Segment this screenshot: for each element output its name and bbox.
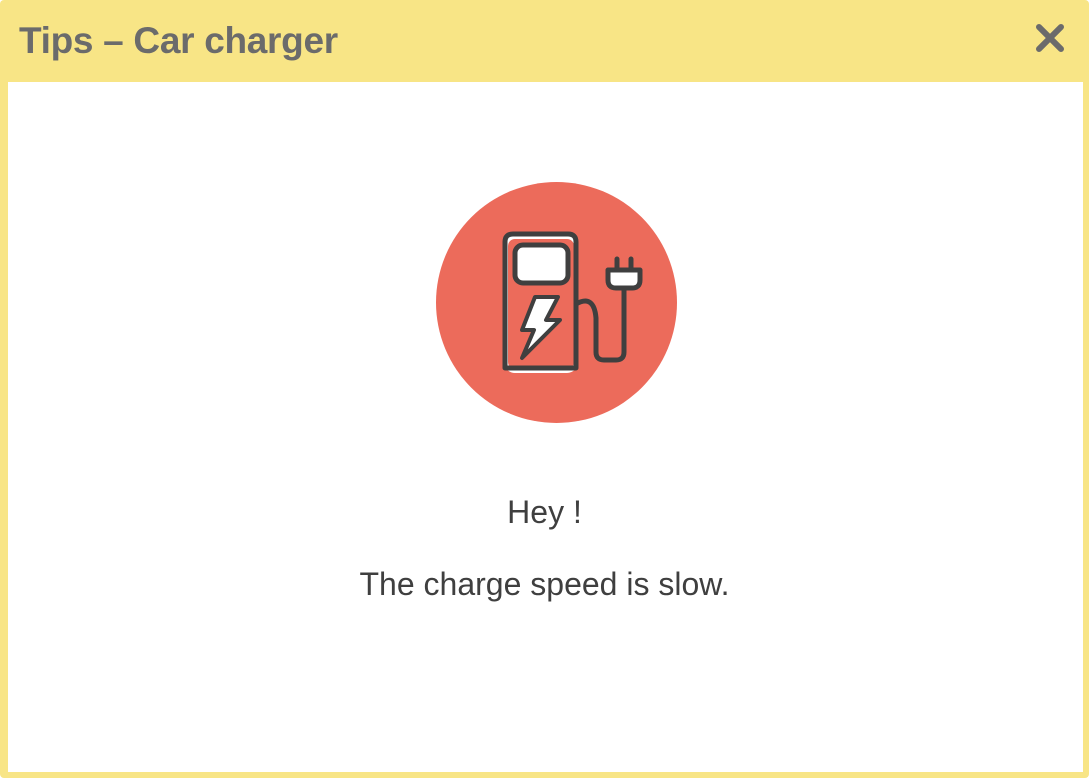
dialog-body: Hey ! The charge speed is slow.: [8, 82, 1083, 772]
dialog-title: Tips – Car charger: [19, 20, 338, 61]
ev-charging-station-icon: [436, 182, 677, 423]
tips-dialog: Tips – Car charger Hey ! The charge spee…: [0, 0, 1089, 778]
close-icon: [1036, 24, 1064, 52]
dialog-header: Tips – Car charger: [0, 0, 1089, 82]
close-button[interactable]: [1030, 18, 1070, 58]
tip-greeting: Hey !: [507, 494, 582, 530]
tip-message: The charge speed is slow.: [359, 566, 730, 602]
